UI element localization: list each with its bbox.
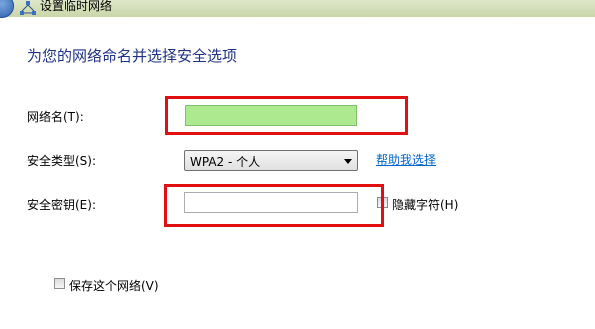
title-bar: 设置临时网络 (0, 0, 595, 18)
hide-characters-label: 隐藏字符(H) (392, 198, 459, 212)
network-name-label: 网络名(T): (27, 110, 84, 124)
save-network-checkbox[interactable] (54, 278, 65, 289)
window-title: 设置临时网络 (40, 0, 113, 13)
annotation-box-security-key (164, 184, 384, 227)
chevron-down-icon (344, 159, 352, 164)
save-network-label: 保存这个网络(V) (69, 279, 159, 293)
back-arrow-icon[interactable] (0, 0, 14, 18)
annotation-box-network-name (165, 96, 408, 135)
security-type-selected: WPA2 - 个人 (190, 155, 261, 169)
help-me-choose-link[interactable]: 帮助我选择 (376, 151, 436, 168)
security-key-label: 安全密钥(E): (27, 198, 96, 212)
page-heading: 为您的网络命名并选择安全选项 (27, 47, 238, 65)
security-type-select[interactable]: WPA2 - 个人 (184, 150, 358, 171)
security-type-label: 安全类型(S): (27, 154, 97, 168)
network-icon (20, 1, 36, 15)
